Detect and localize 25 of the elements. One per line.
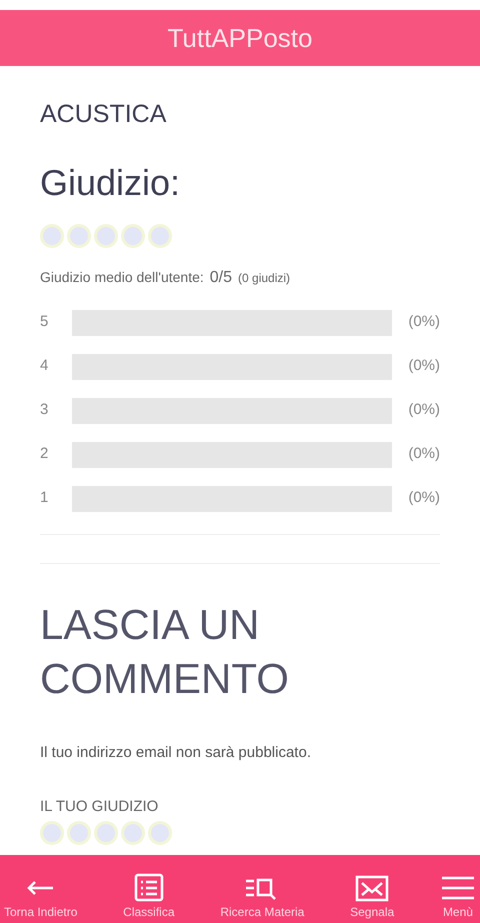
percent-label: (0%) <box>408 488 440 508</box>
percent-label: (0%) <box>408 444 440 464</box>
star-level-label: 1 <box>40 488 50 508</box>
nav-button[interactable]: Ricerca Materia <box>218 873 306 921</box>
star-level-label: 4 <box>40 356 50 376</box>
nav-button[interactable]: Menù <box>438 873 478 921</box>
section-title: ACUSTICA <box>40 99 168 130</box>
comment-title: LASCIA UN COMMENTO <box>40 600 290 704</box>
nav-button[interactable]: Segnala <box>348 873 396 921</box>
percent-label: (0%) <box>408 400 440 420</box>
percent-label: (0%) <box>408 356 440 376</box>
nav-button[interactable]: Torna Indietro <box>2 873 80 921</box>
mail-icon <box>354 873 390 903</box>
rating-title: Giudizio: <box>40 160 182 204</box>
star-level-label: 2 <box>40 444 50 464</box>
app-title: TuttAPPosto <box>168 22 312 54</box>
average-rating-value: 0/5 <box>210 268 232 288</box>
average-rating-label: Giudizio medio dell'utente: <box>40 268 204 286</box>
email-note: Il tuo indirizzo email non sarà pubblicato. <box>40 742 312 762</box>
your-rating-label: IL TUO GIUDIZIO <box>40 797 160 817</box>
rating-count: (0 giudizi) <box>238 270 290 286</box>
star-level-label: 3 <box>40 400 50 420</box>
nav-button[interactable]: Classifica <box>121 873 177 921</box>
star-level-label: 5 <box>40 312 50 332</box>
percent-label: (0%) <box>408 312 440 332</box>
